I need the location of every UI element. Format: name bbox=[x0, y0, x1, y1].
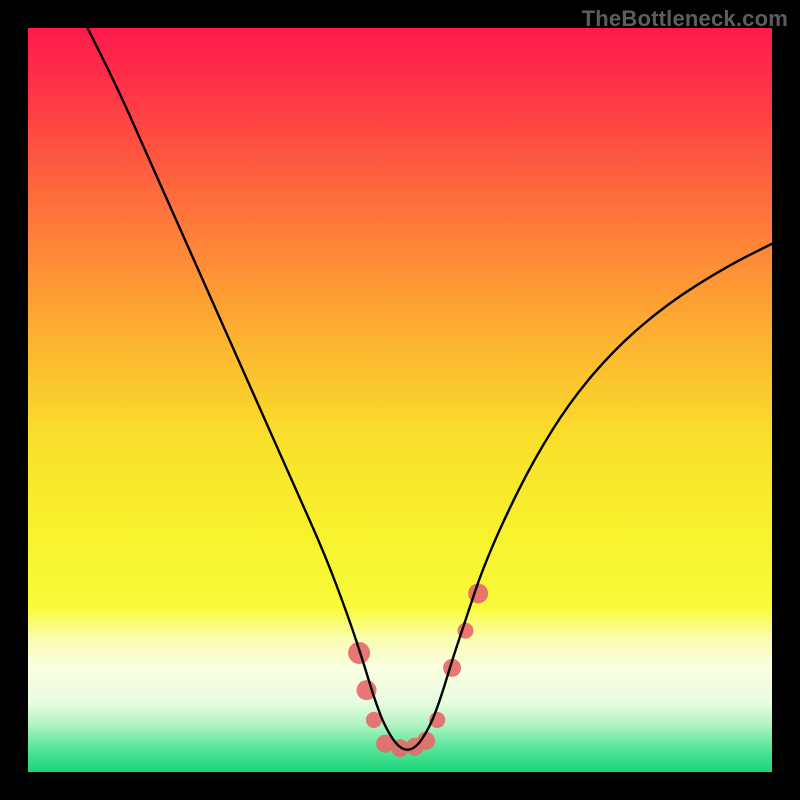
plot-area bbox=[28, 28, 772, 772]
chart-frame: TheBottleneck.com bbox=[0, 0, 800, 800]
bottleneck-chart bbox=[28, 28, 772, 772]
